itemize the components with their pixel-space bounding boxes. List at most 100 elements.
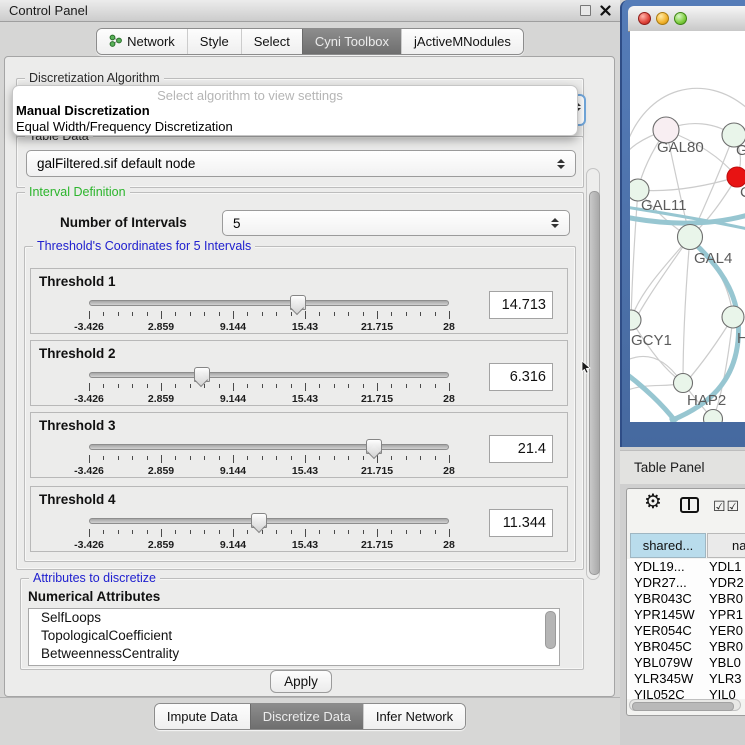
column-layout-icon[interactable] bbox=[680, 497, 699, 513]
tab-jactivemnodules[interactable]: jActiveMNodules bbox=[401, 29, 523, 54]
close-icon[interactable] bbox=[600, 5, 611, 16]
threshold-slider[interactable]: -3.4262.8599.14415.4321.71528 bbox=[89, 293, 449, 333]
cell-shared-name[interactable]: YDL19... bbox=[627, 559, 705, 575]
threshold-value-field[interactable]: 6.316 bbox=[489, 363, 553, 391]
cell-name[interactable]: YDL1 bbox=[705, 559, 742, 575]
tab-style[interactable]: Style bbox=[187, 29, 241, 54]
close-traffic-light-icon[interactable] bbox=[638, 12, 651, 25]
table-row[interactable]: YBL079WYBL0 bbox=[627, 655, 745, 671]
table-row[interactable]: YDL19...YDL1 bbox=[627, 559, 745, 575]
cell-name[interactable]: YBL0 bbox=[705, 655, 741, 671]
slider-track[interactable] bbox=[89, 444, 449, 450]
table-row[interactable]: YIL052CYIL0 bbox=[627, 687, 745, 699]
threshold-label: Threshold 3 bbox=[39, 418, 116, 433]
tab-label: jActiveMNodules bbox=[414, 34, 511, 49]
threshold-slider[interactable]: -3.4262.8599.14415.4321.71528 bbox=[89, 511, 449, 551]
node-right-mid[interactable] bbox=[722, 306, 744, 328]
cell-shared-name[interactable]: YIL052C bbox=[627, 687, 705, 699]
node-label-partial-mid: C bbox=[740, 184, 745, 201]
threshold-value-field[interactable]: 21.4 bbox=[489, 435, 553, 463]
threshold-slider[interactable]: -3.4262.8599.14415.4321.71528 bbox=[89, 437, 449, 477]
column-header-name[interactable]: na bbox=[707, 533, 745, 558]
spinner-arrows-icon bbox=[557, 159, 565, 169]
list-item-topologicalcoefficient[interactable]: TopologicalCoefficient bbox=[29, 627, 559, 645]
cell-name[interactable]: YBR0 bbox=[705, 591, 743, 607]
cell-name[interactable]: YDR2 bbox=[705, 575, 744, 591]
tick-label: 21.715 bbox=[361, 539, 393, 551]
table-row[interactable]: YER054CYER0 bbox=[627, 623, 745, 639]
cell-name[interactable]: YIL0 bbox=[705, 687, 736, 699]
tab-discretize-data[interactable]: Discretize Data bbox=[250, 704, 363, 729]
threshold-value-field[interactable]: 11.344 bbox=[489, 509, 553, 537]
table-row[interactable]: YDR27...YDR2 bbox=[627, 575, 745, 591]
list-scrollbar-thumb[interactable] bbox=[545, 611, 556, 649]
slider-track[interactable] bbox=[89, 300, 449, 306]
control-panel-scrollbar[interactable] bbox=[586, 168, 600, 580]
tick-label: 9.144 bbox=[220, 539, 246, 551]
slider-thumb[interactable] bbox=[251, 513, 267, 528]
popup-option-manual-discretization[interactable]: Manual Discretization bbox=[13, 103, 577, 119]
cell-shared-name[interactable]: YBR045C bbox=[627, 639, 705, 655]
slider-ticks bbox=[89, 383, 449, 392]
number-of-intervals-combobox[interactable]: 5 bbox=[222, 210, 570, 236]
tab-select[interactable]: Select bbox=[241, 29, 302, 54]
cell-name[interactable]: YBR0 bbox=[705, 639, 743, 655]
table-data-combobox[interactable]: galFiltered.sif default node bbox=[26, 150, 576, 177]
gear-icon[interactable]: ⚙ bbox=[644, 492, 662, 512]
threshold-slider[interactable]: -3.4262.8599.14415.4321.71528 bbox=[89, 365, 449, 405]
slider-ticks bbox=[89, 455, 449, 464]
control-panel-title: Control Panel bbox=[9, 3, 88, 18]
slider-track[interactable] bbox=[89, 518, 449, 524]
slider-track[interactable] bbox=[89, 372, 449, 378]
cell-shared-name[interactable]: YER054C bbox=[627, 623, 705, 639]
slider-thumb[interactable] bbox=[366, 439, 382, 454]
numerical-attributes-list[interactable]: SelfLoopsTopologicalCoefficientBetweenne… bbox=[28, 608, 560, 666]
scrollbar-thumb[interactable] bbox=[632, 702, 734, 711]
slider-tick-labels: -3.4262.8599.14415.4321.71528 bbox=[89, 539, 449, 551]
slider-thumb[interactable] bbox=[290, 295, 306, 310]
tick-label: 15.43 bbox=[292, 393, 318, 405]
cell-name[interactable]: YPR1 bbox=[705, 607, 743, 623]
zoom-traffic-light-icon[interactable] bbox=[674, 12, 687, 25]
apply-button[interactable]: Apply bbox=[270, 670, 332, 693]
tick-label: 28 bbox=[443, 321, 455, 333]
threshold-label: Threshold 1 bbox=[39, 274, 116, 289]
popup-option-equal-width-frequency-discretization[interactable]: Equal Width/Frequency Discretization bbox=[13, 119, 577, 135]
tab-infer-network[interactable]: Infer Network bbox=[363, 704, 465, 729]
threshold-value-field[interactable]: 14.713 bbox=[489, 291, 553, 319]
tab-cyni-toolbox[interactable]: Cyni Toolbox bbox=[302, 29, 401, 54]
cell-shared-name[interactable]: YLR345W bbox=[627, 671, 705, 687]
tab-label: Impute Data bbox=[167, 709, 238, 724]
network-icon bbox=[109, 34, 122, 50]
node-hap2[interactable] bbox=[674, 374, 693, 393]
slider-thumb[interactable] bbox=[194, 367, 210, 382]
cell-name[interactable]: YLR3 bbox=[705, 671, 742, 687]
table-horizontal-scrollbar[interactable] bbox=[629, 699, 741, 711]
table-row[interactable]: YBR043CYBR0 bbox=[627, 591, 745, 607]
float-window-icon[interactable] bbox=[580, 5, 591, 16]
cell-shared-name[interactable]: YBR043C bbox=[627, 591, 705, 607]
cell-shared-name[interactable]: YPR145W bbox=[627, 607, 705, 623]
tick-label: 28 bbox=[443, 539, 455, 551]
table-row[interactable]: YLR345WYLR3 bbox=[627, 671, 745, 687]
table-row[interactable]: YPR145WYPR1 bbox=[627, 607, 745, 623]
table-rows[interactable]: YDL19...YDL1YDR27...YDR2YBR043CYBR0YPR14… bbox=[627, 559, 745, 699]
tab-impute-data[interactable]: Impute Data bbox=[155, 704, 250, 729]
list-item-betweennesscentrality[interactable]: BetweennessCentrality bbox=[29, 645, 559, 663]
screen: Control Panel NetworkStyleSelectCyni Too… bbox=[0, 0, 745, 745]
tab-network[interactable]: Network bbox=[97, 29, 187, 54]
node-gal4[interactable] bbox=[678, 225, 703, 250]
network-canvas[interactable]: GAL80 GA C GAL11 GAL4 GCY1 H HAP2 bbox=[630, 31, 745, 422]
checkbox-icons[interactable]: ☑☑ bbox=[713, 498, 740, 515]
column-header-shared-name[interactable]: shared... bbox=[630, 533, 706, 558]
minimize-traffic-light-icon[interactable] bbox=[656, 12, 669, 25]
cell-shared-name[interactable]: YDR27... bbox=[627, 575, 705, 591]
threshold-panel-4: Threshold 4 -3.4262.8599.14415.4321.7152… bbox=[30, 486, 568, 552]
cell-name[interactable]: YER0 bbox=[705, 623, 743, 639]
list-item-selfloops[interactable]: SelfLoops bbox=[29, 609, 559, 627]
cell-shared-name[interactable]: YBL079W bbox=[627, 655, 705, 671]
tick-label: 2.859 bbox=[148, 465, 174, 477]
threshold-panel-1: Threshold 1 -3.4262.8599.14415.4321.7152… bbox=[30, 268, 568, 334]
table-row[interactable]: YBR045CYBR0 bbox=[627, 639, 745, 655]
scrollbar-thumb[interactable] bbox=[589, 191, 600, 575]
